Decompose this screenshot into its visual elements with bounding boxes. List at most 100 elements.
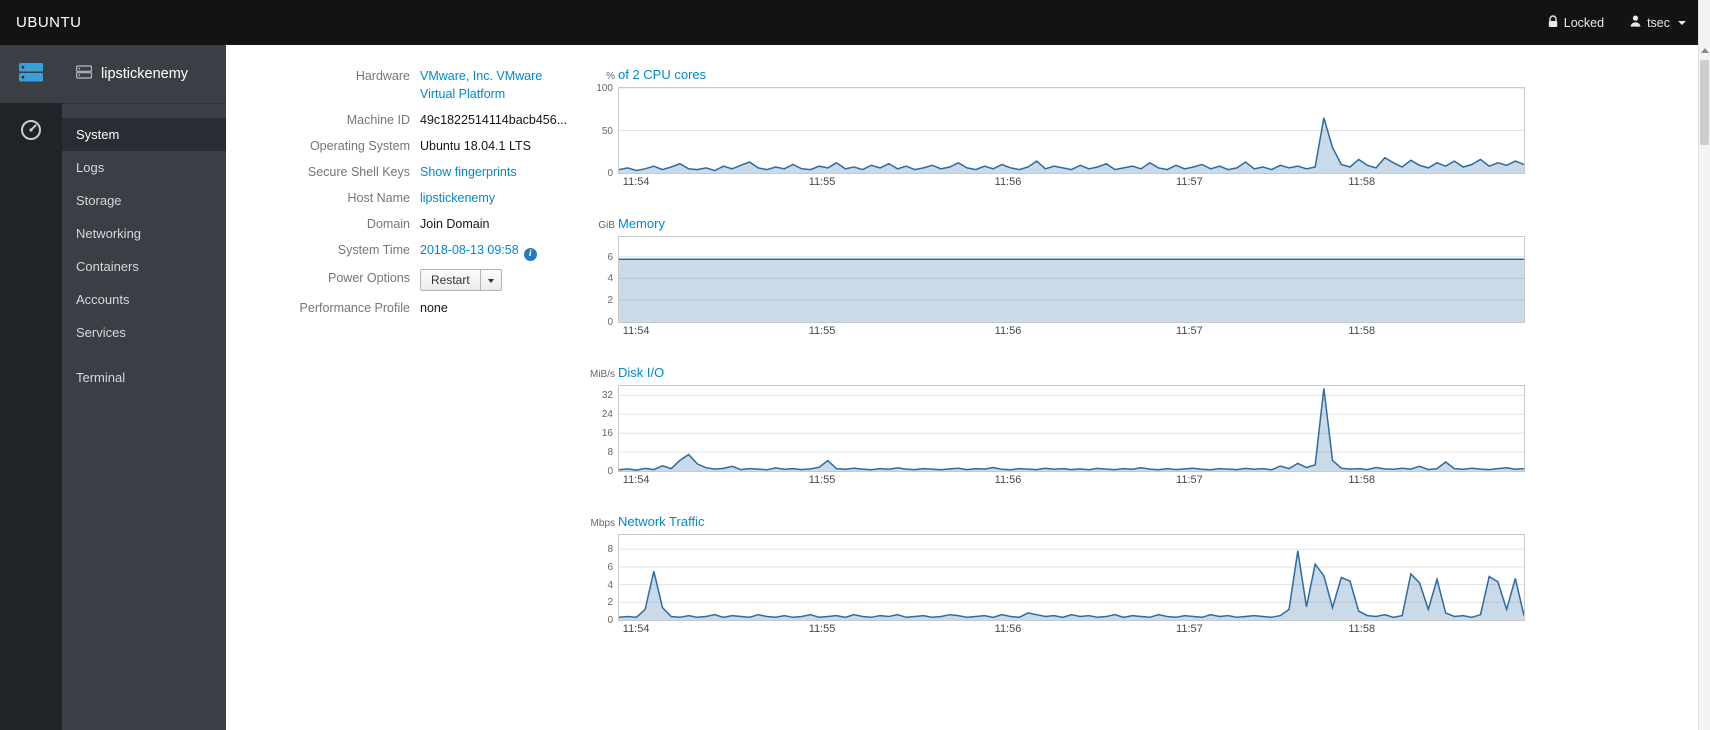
network-chart-title[interactable]: Network Traffic <box>618 514 704 529</box>
y-axis-tick-label: 6 <box>607 561 613 573</box>
info-row-os: Operating System Ubuntu 18.04.1 LTS <box>250 137 590 155</box>
x-axis-tick-label: 11:54 <box>622 176 650 188</box>
x-axis-tick-label: 11:57 <box>1176 474 1203 486</box>
y-axis-tick-label: 16 <box>601 428 613 440</box>
machine-id-label: Machine ID <box>346 113 410 127</box>
host-name-link[interactable]: lipstickenemy <box>420 191 495 205</box>
host-icon-strip <box>0 45 62 730</box>
power-options-caret-button[interactable] <box>480 269 502 291</box>
cpu-chart-title[interactable]: of 2 CPU cores <box>618 67 706 82</box>
power-options-label: Power Options <box>328 271 410 285</box>
sidebar-item-storage[interactable]: Storage <box>62 184 226 217</box>
memory-chart-title[interactable]: Memory <box>618 216 665 231</box>
x-axis-tick-label: 11:56 <box>994 325 1022 337</box>
x-axis-tick-label: 11:58 <box>1348 474 1376 486</box>
app-shell: lipstickenemy System Logs Storage Networ… <box>0 45 1710 730</box>
info-row-hardware: Hardware VMware, Inc. VMware Virtual Pla… <box>250 67 590 103</box>
vertical-scrollbar[interactable] <box>1698 0 1710 730</box>
sidebar-item-logs[interactable]: Logs <box>62 151 226 184</box>
user-icon <box>1630 15 1641 30</box>
y-axis-tick-label: 100 <box>596 83 613 94</box>
machine-id-value: 49c1822514114bacb456... <box>420 113 568 127</box>
cpu-y-axis: 0 50 100 <box>590 83 618 179</box>
brand-logo: UBUNTU <box>16 14 82 31</box>
user-menu[interactable]: tsec <box>1630 15 1686 30</box>
y-axis-tick-label: 0 <box>607 317 613 328</box>
sidebar-hostname[interactable]: lipstickenemy <box>62 45 226 104</box>
sidebar-item-networking[interactable]: Networking <box>62 217 226 250</box>
x-axis-tick-label: 11:58 <box>1348 623 1376 635</box>
show-fingerprints-link[interactable]: Show fingerprints <box>420 165 517 179</box>
x-axis-tick-label: 11:55 <box>808 623 836 635</box>
y-axis-tick-label: 2 <box>607 597 613 609</box>
hardware-label: Hardware <box>355 69 410 83</box>
sidebar-item-accounts[interactable]: Accounts <box>62 283 226 316</box>
chevron-down-icon <box>1678 20 1686 25</box>
disk-io-chart <box>618 385 1525 472</box>
lock-indicator[interactable]: Locked <box>1548 14 1605 31</box>
memory-x-axis: 11:54 11:55 11:56 11:57 11:58 <box>618 325 1525 341</box>
disk-io-chart-title[interactable]: Disk I/O <box>618 365 664 380</box>
topbar-right-group: Locked tsec <box>1548 14 1686 31</box>
chevron-down-icon <box>487 279 494 283</box>
lock-icon <box>1548 14 1558 31</box>
scrollbar-thumb[interactable] <box>1700 60 1709 145</box>
system-time-label: System Time <box>337 243 410 257</box>
cpu-x-axis: 11:54 11:55 11:56 11:57 11:58 <box>618 176 1525 192</box>
restart-button[interactable]: Restart <box>420 269 481 291</box>
cpu-chart-block: % of 2 CPU cores 0 50 100 11:54 11:55 11:56 1… <box>590 67 1525 192</box>
y-axis-tick-label: 0 <box>607 466 613 477</box>
sidebar-item-terminal[interactable]: Terminal <box>62 361 226 394</box>
info-row-ssh-keys: Secure Shell Keys Show fingerprints <box>250 163 590 181</box>
network-unit-label: Mbps <box>590 518 615 529</box>
y-axis-tick-label: 0 <box>607 615 613 626</box>
disk-io-y-axis: 0 8 16 24 32 <box>590 385 618 477</box>
cpu-usage-chart <box>618 87 1525 174</box>
y-axis-tick-label: 24 <box>601 409 613 421</box>
info-row-system-time: System Time 2018-08-13 09:58 <box>250 241 590 261</box>
info-row-machine-id: Machine ID 49c1822514114bacb456... <box>250 111 590 129</box>
y-axis-tick-label: 4 <box>607 579 613 591</box>
hardware-link[interactable]: VMware, Inc. VMware Virtual Platform <box>420 67 580 103</box>
system-time-link[interactable]: 2018-08-13 09:58 <box>420 243 519 257</box>
x-axis-tick-label: 11:57 <box>1176 176 1203 188</box>
host-name-label: Host Name <box>347 191 410 205</box>
domain-label: Domain <box>366 217 410 231</box>
os-label: Operating System <box>309 139 410 153</box>
host-server-button[interactable] <box>0 45 62 103</box>
x-axis-tick-label: 11:58 <box>1348 325 1376 337</box>
y-axis-tick-label: 2 <box>607 295 613 307</box>
sidebar: lipstickenemy System Logs Storage Networ… <box>62 45 226 730</box>
x-axis-tick-label: 11:55 <box>808 474 836 486</box>
server-icon <box>18 61 44 88</box>
performance-profile-value[interactable]: none <box>420 299 448 317</box>
sidebar-item-services[interactable]: Services <box>62 316 226 349</box>
info-row-power-options: Power Options Restart <box>250 269 590 291</box>
x-axis-tick-label: 11:56 <box>994 176 1022 188</box>
sidebar-item-system[interactable]: System <box>62 118 226 151</box>
main-content: Hardware VMware, Inc. VMware Virtual Pla… <box>226 45 1710 730</box>
hostname-label: lipstickenemy <box>101 66 189 82</box>
x-axis-tick-label: 11:55 <box>808 176 836 188</box>
x-axis-tick-label: 11:57 <box>1176 623 1203 635</box>
x-axis-tick-label: 11:54 <box>622 474 650 486</box>
disk-io-x-axis: 11:54 11:55 11:56 11:57 11:58 <box>618 474 1525 490</box>
disk-io-unit-label: MiB/s <box>590 369 615 380</box>
info-row-performance-profile: Performance Profile none <box>250 299 590 317</box>
dashboard-button[interactable] <box>0 103 62 161</box>
charts-panel: % of 2 CPU cores 0 50 100 11:54 11:55 11:56 1… <box>590 67 1525 730</box>
scroll-up-arrow-icon[interactable] <box>1701 48 1709 53</box>
y-axis-tick-label: 8 <box>607 447 613 459</box>
top-navbar: UBUNTU Locked tsec <box>0 0 1710 45</box>
disk-io-chart-block: MiB/s Disk I/O 0 8 16 24 32 11:54 11:55 11:56 1… <box>590 365 1525 490</box>
lock-label: Locked <box>1563 15 1605 30</box>
x-axis-tick-label: 11:58 <box>1348 176 1376 188</box>
join-domain-link[interactable]: Join Domain <box>420 215 489 233</box>
x-axis-tick-label: 11:54 <box>622 325 650 337</box>
host-small-icon <box>75 65 93 83</box>
network-traffic-chart <box>618 534 1525 621</box>
sidebar-item-containers[interactable]: Containers <box>62 250 226 283</box>
network-y-axis: 0 2 4 6 8 <box>590 534 618 626</box>
info-row-host-name: Host Name lipstickenemy <box>250 189 590 207</box>
time-info-icon[interactable] <box>523 248 537 261</box>
